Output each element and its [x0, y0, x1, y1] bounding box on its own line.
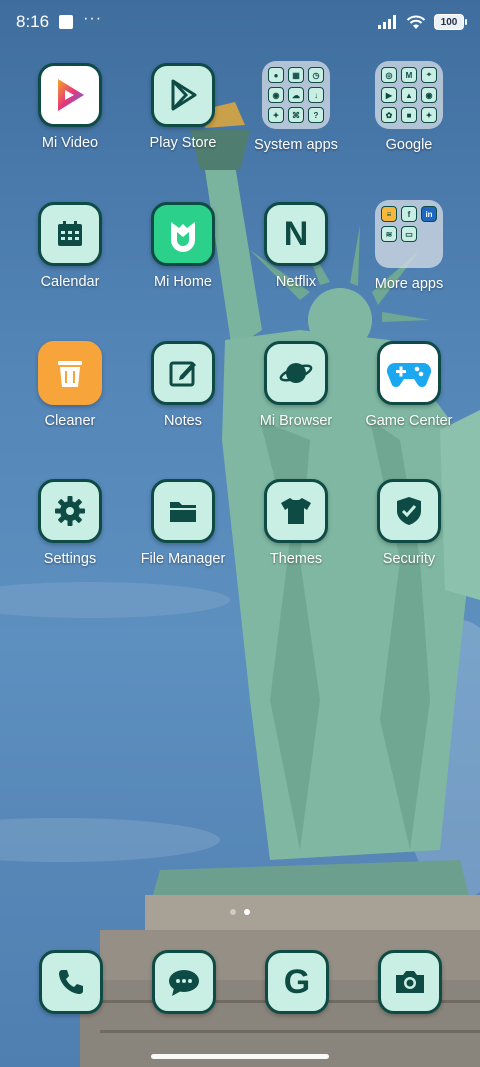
assistant-icon: ✦ — [421, 107, 437, 123]
home-gesture-bar[interactable] — [151, 1054, 329, 1059]
battery-icon: 100 — [434, 14, 467, 30]
meet-icon: ■ — [401, 107, 417, 123]
app-label: Themes — [269, 551, 323, 567]
folder-file-icon — [151, 479, 215, 543]
app-notes[interactable]: Notes — [127, 341, 239, 429]
gamepad-icon — [377, 341, 441, 405]
wifi-icon — [406, 15, 426, 29]
contacts-icon: ● — [268, 67, 284, 83]
app-label: Notes — [164, 413, 202, 429]
dock-google-search[interactable]: G — [265, 950, 329, 1014]
app-label: System apps — [254, 137, 338, 153]
calendar-icon — [38, 202, 102, 266]
more-notifications-icon: ··· — [83, 10, 103, 27]
empty-slot — [381, 246, 397, 262]
trash-icon — [38, 341, 102, 405]
signal-icon — [378, 15, 396, 29]
calculator-icon: ▦ — [288, 67, 304, 83]
app-label: Security — [382, 551, 436, 567]
folder-system-apps[interactable]: ● ▦ ◷ ◉ ☁ ↓ ✦ ⌘ ? System apps — [240, 61, 352, 153]
app-file-manager[interactable]: File Manager — [127, 479, 239, 567]
mi-home-icon — [151, 202, 215, 266]
drive-icon: ▲ — [401, 87, 417, 103]
app-label: Cleaner — [44, 413, 96, 429]
app-security[interactable]: Security — [353, 479, 465, 567]
facebook-icon: f — [401, 206, 417, 222]
app-game-center[interactable]: Game Center — [353, 341, 465, 429]
empty-slot — [401, 246, 417, 262]
dock-phone[interactable] — [39, 950, 103, 1014]
app-label: Mi Browser — [259, 413, 333, 429]
spotify-icon: ≋ — [381, 226, 397, 242]
empty-slot — [421, 246, 437, 262]
help-icon: ? — [308, 107, 324, 123]
google-glyph: G — [283, 962, 311, 1001]
notes-icon — [151, 341, 215, 405]
app-label: Settings — [43, 551, 97, 567]
shield-icon — [377, 479, 441, 543]
battery-level: 100 — [440, 16, 458, 28]
chat-icon — [152, 950, 216, 1014]
folder-icon: ≡ f in ≋ ▭ — [375, 200, 443, 268]
page-indicator — [0, 909, 480, 915]
photos-icon: ✿ — [381, 107, 397, 123]
netflix-icon: N — [264, 202, 328, 266]
page-dot-active[interactable] — [244, 909, 250, 915]
youtube-music-icon: ◉ — [421, 87, 437, 103]
status-bar: 8:16 ··· 100 — [0, 0, 480, 44]
app-mi-video[interactable]: Mi Video — [14, 63, 126, 151]
dock-camera[interactable] — [378, 950, 442, 1014]
folder-icon: ◎ M ⌖ ▶ ▲ ◉ ✿ ■ ✦ — [375, 61, 443, 129]
app-label: File Manager — [140, 551, 226, 567]
notification-square-icon — [59, 15, 74, 29]
youtube-icon: ▶ — [381, 87, 397, 103]
netflix-glyph: N — [283, 214, 309, 253]
play-store-icon — [151, 63, 215, 127]
dock-messaging[interactable] — [152, 950, 216, 1014]
recorder-icon: ◉ — [268, 87, 284, 103]
app-calendar[interactable]: Calendar — [14, 202, 126, 290]
app-cleaner[interactable]: Cleaner — [14, 341, 126, 429]
app-mi-home[interactable]: Mi Home — [127, 202, 239, 290]
maps-icon: ⌖ — [421, 67, 437, 83]
scanner-icon: ⌘ — [288, 107, 304, 123]
weather-icon: ☁ — [288, 87, 304, 103]
coins-icon: ≡ — [381, 206, 397, 222]
linkedin-icon: in — [421, 206, 437, 222]
gmail-icon: M — [401, 67, 417, 83]
app-label: Calendar — [40, 274, 100, 290]
app-label: Mi Video — [41, 135, 99, 151]
google-icon: G — [265, 950, 329, 1014]
app-label: Google — [385, 137, 433, 153]
app-play-store[interactable]: Play Store — [127, 63, 239, 151]
downloads-icon: ↓ — [308, 87, 324, 103]
app-settings[interactable]: Settings — [14, 479, 126, 567]
folder-google[interactable]: ◎ M ⌖ ▶ ▲ ◉ ✿ ■ ✦ Google — [353, 61, 465, 153]
phone-icon — [39, 950, 103, 1014]
chrome-icon: ◎ — [381, 67, 397, 83]
empty-slot — [421, 226, 437, 242]
folder-icon: ● ▦ ◷ ◉ ☁ ↓ ✦ ⌘ ? — [262, 61, 330, 129]
planet-icon — [264, 341, 328, 405]
play-triangle-icon — [38, 63, 102, 127]
app-label: Netflix — [275, 274, 317, 290]
wallet-icon: ▭ — [401, 226, 417, 242]
camera-icon — [378, 950, 442, 1014]
clock-icon: ◷ — [308, 67, 324, 83]
app-label: Game Center — [365, 413, 453, 429]
app-netflix[interactable]: N Netflix — [240, 202, 352, 290]
gear-icon — [38, 479, 102, 543]
app-mi-browser[interactable]: Mi Browser — [240, 341, 352, 429]
tshirt-icon — [264, 479, 328, 543]
compass-icon: ✦ — [268, 107, 284, 123]
app-label: More apps — [374, 276, 444, 292]
folder-more-apps[interactable]: ≡ f in ≋ ▭ More apps — [353, 200, 465, 292]
status-time: 8:16 — [16, 12, 50, 31]
app-label: Play Store — [149, 135, 217, 151]
app-themes[interactable]: Themes — [240, 479, 352, 567]
page-dot[interactable] — [230, 909, 236, 915]
app-label: Mi Home — [153, 274, 212, 290]
